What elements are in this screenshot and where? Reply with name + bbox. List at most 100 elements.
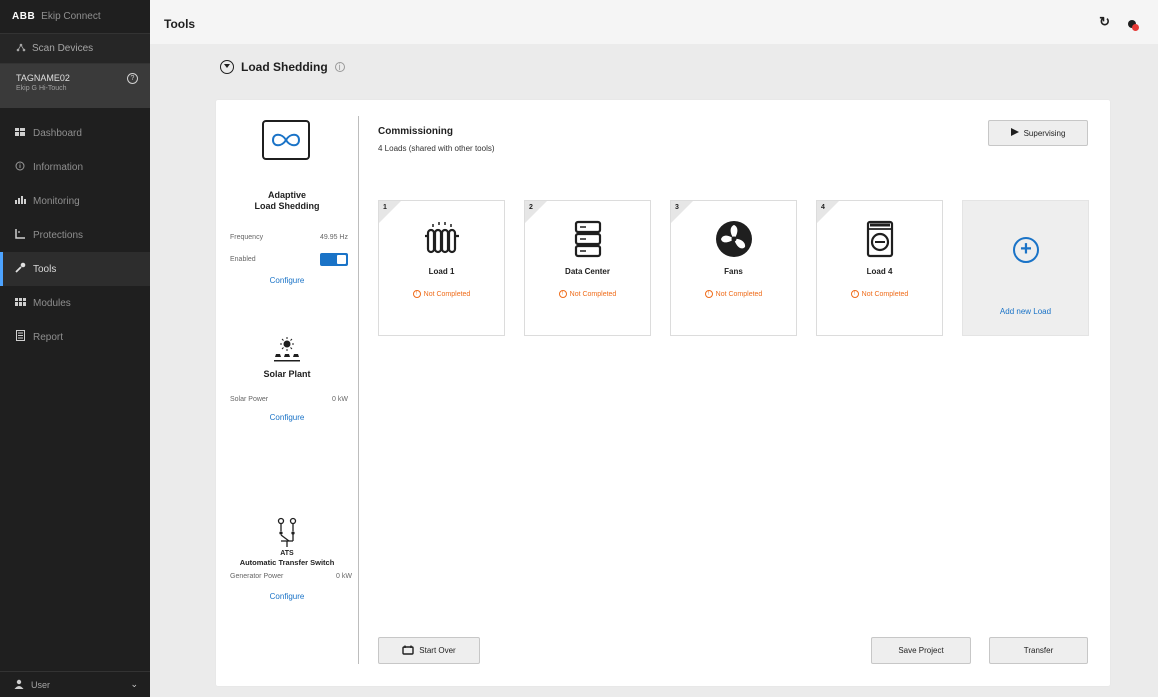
collapse-icon[interactable] (220, 60, 234, 74)
load-status: ! Not Completed (671, 290, 796, 298)
sidebar-item-label: Information (33, 161, 84, 173)
sidebar-item-monitoring[interactable]: Monitoring (0, 184, 150, 218)
sidebar-item-dashboard[interactable]: Dashboard (0, 116, 150, 150)
supervising-button[interactable]: Supervising (988, 120, 1088, 146)
ats-abbr: ATS (280, 550, 294, 557)
scan-devices-button[interactable]: Scan Devices (0, 34, 150, 64)
sidebar-nav: Dashboard Information Monitoring Protect… (0, 116, 150, 354)
enabled-label: Enabled (230, 256, 256, 263)
brand: ABB Ekip Connect (0, 0, 150, 34)
sidebar-item-tools[interactable]: Tools (0, 252, 150, 286)
sidebar-item-information[interactable]: Information (0, 150, 150, 184)
generator-power-row: Generator Power 0 kW (216, 573, 358, 580)
add-load-label: Add new Load (999, 307, 1052, 316)
load-card[interactable]: 2 Data Center ! Not Completed (524, 200, 651, 336)
solar-plant-tool: Solar Plant Solar Power 0 kW Configure (216, 337, 358, 422)
sidebar-item-modules[interactable]: Modules (0, 286, 150, 320)
load-status-label: Not Completed (569, 290, 617, 298)
restart-icon (402, 645, 414, 657)
user-icon (14, 679, 24, 691)
chevron-down-icon: ⌄ (130, 679, 138, 689)
user-menu[interactable]: User ⌄ (0, 671, 150, 697)
section-header: Load Shedding i (220, 60, 345, 74)
transfer-button[interactable]: Transfer (989, 637, 1088, 664)
fan-icon (671, 219, 796, 259)
load-name: Load 4 (866, 267, 893, 276)
scan-icon (16, 43, 26, 55)
load-number: 4 (821, 204, 825, 211)
load-card[interactable]: 4 Load 4 ! Not Completed (816, 200, 943, 336)
sidebar-item-label: Dashboard (33, 127, 82, 139)
device-info-icon[interactable]: ? (127, 73, 138, 84)
load-name: Fans (724, 267, 743, 276)
sidebar-item-protections[interactable]: Protections (0, 218, 150, 252)
wrench-icon (14, 262, 26, 276)
ats-name: Automatic Transfer Switch (239, 558, 335, 567)
load-status-label: Not Completed (715, 290, 763, 298)
sidebar: ABB Ekip Connect Scan Devices TAGNAME02 … (0, 0, 150, 697)
info-icon[interactable]: i (334, 62, 345, 72)
load-name: Load 1 (428, 267, 455, 276)
load-number: 1 (383, 204, 387, 211)
play-icon (1010, 128, 1019, 138)
als-name-line1: Adaptive (267, 190, 306, 200)
generator-power-value: 0 kW (336, 573, 352, 580)
load-status-label: Not Completed (861, 290, 909, 298)
protection-icon (14, 228, 26, 242)
save-project-button[interactable]: Save Project (871, 637, 971, 664)
warning-icon: ! (412, 290, 421, 298)
load-card[interactable]: 3 Fans ! Not Completed (670, 200, 797, 336)
load-status: ! Not Completed (379, 290, 504, 298)
commissioning-title: Commissioning (378, 126, 454, 137)
frequency-value: 49.95 Hz (319, 234, 348, 241)
alert-icon[interactable] (1128, 20, 1139, 31)
washing-machine-icon (817, 219, 942, 259)
commissioning-subtitle: 4 Loads (shared with other tools) (378, 144, 495, 153)
als-configure-link[interactable]: Configure (216, 276, 358, 285)
grid-icon (14, 127, 26, 139)
generator-power-label: Generator Power (230, 573, 284, 580)
solar-configure-link[interactable]: Configure (216, 413, 358, 422)
load-status: ! Not Completed (817, 290, 942, 298)
page-title: Tools (164, 17, 196, 31)
divider (358, 116, 359, 664)
solar-power-label: Solar Power (230, 396, 269, 403)
radiator-icon (379, 219, 504, 259)
info-icon (14, 161, 26, 174)
ats-tool: ATS Automatic Transfer Switch Generator … (216, 517, 358, 601)
als-name-line2: Load Shedding (254, 201, 320, 211)
solar-plant-name: Solar Plant (263, 369, 311, 379)
load-status: ! Not Completed (525, 290, 650, 298)
solar-power-value: 0 kW (332, 396, 348, 403)
solar-power-row: Solar Power 0 kW (216, 396, 358, 403)
bar-chart-icon (14, 195, 26, 207)
sidebar-item-report[interactable]: Report (0, 320, 150, 354)
selected-device[interactable]: TAGNAME02 Ekip G Hi-Touch ? (0, 64, 150, 108)
adaptive-load-shedding-icon (262, 120, 310, 160)
start-over-label: Start Over (419, 646, 456, 655)
section-title: Load Shedding (241, 60, 328, 74)
sidebar-item-label: Modules (33, 297, 71, 309)
enabled-toggle[interactable] (320, 253, 348, 266)
refresh-icon[interactable]: ↻ (1099, 14, 1110, 30)
report-icon (14, 330, 26, 344)
warning-icon: ! (850, 290, 859, 298)
sidebar-item-label: Protections (33, 229, 84, 241)
warning-icon: ! (704, 290, 713, 298)
start-over-button[interactable]: Start Over (378, 637, 480, 664)
app-name: Ekip Connect (41, 11, 101, 22)
ats-configure-link[interactable]: Configure (216, 592, 358, 601)
sidebar-item-label: Tools (33, 263, 57, 275)
plus-icon: + (1013, 237, 1039, 263)
device-type: Ekip G Hi-Touch (16, 85, 67, 92)
load-shedding-panel: Adaptive Load Shedding Frequency 49.95 H… (216, 100, 1110, 686)
add-load-card[interactable]: + Add new Load (962, 200, 1089, 336)
load-number: 3 (675, 204, 679, 211)
load-number: 2 (529, 204, 533, 211)
scan-devices-label: Scan Devices (32, 43, 94, 54)
load-name: Data Center (565, 267, 610, 276)
top-bar: Tools ↻ (150, 0, 1158, 44)
frequency-label: Frequency (230, 234, 264, 241)
load-card[interactable]: 1 Load 1 ! Not Completed (378, 200, 505, 336)
device-name: TAGNAME02 (16, 73, 70, 83)
